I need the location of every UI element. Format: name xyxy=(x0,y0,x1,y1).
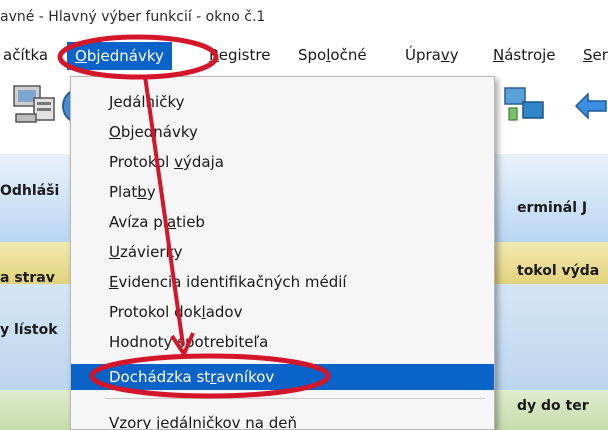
menu-item-aviza-platieb[interactable]: Avíza platieb xyxy=(71,209,494,235)
menu-item-protokol-vydaja[interactable]: Protokol výdaja xyxy=(71,149,494,175)
menu-upravy[interactable]: Úpravy xyxy=(405,34,459,76)
bg-right-label-2[interactable]: tokol výda xyxy=(517,263,608,279)
menu-registre[interactable]: Registre xyxy=(209,34,270,76)
bg-left-label-1[interactable]: Odhláši xyxy=(0,183,59,199)
menu-item-objednavky[interactable]: Objednávky xyxy=(71,119,494,145)
menu-separator xyxy=(105,398,485,399)
title-bar: avné - Hlavný výber funkcií - okno č.1 xyxy=(0,0,608,34)
bg-right-label-1[interactable]: erminál J xyxy=(517,200,608,216)
network-icon[interactable] xyxy=(503,84,547,126)
menu-item-uzavierky[interactable]: Uzávierky xyxy=(71,239,494,265)
menu-nastroje[interactable]: Nástroje xyxy=(493,34,556,76)
menu-spolocne[interactable]: Spoločné xyxy=(298,34,367,76)
window-title: avné - Hlavný výber funkcií - okno č.1 xyxy=(0,9,266,25)
computer-icon[interactable] xyxy=(12,84,58,126)
menu-objednavky[interactable]: Objednávky xyxy=(67,42,172,70)
bg-right-label-3[interactable]: dy do ter xyxy=(517,398,608,414)
menu-item-protokol-dokladov[interactable]: Protokol dokladov xyxy=(71,299,494,325)
menu-bar: ačítka Objednávky Registre Spoločné Úpra… xyxy=(0,34,608,76)
bg-left-label-2[interactable]: a strav xyxy=(0,270,55,286)
objednavky-dropdown: Jedálničky Objednávky Protokol výdaja Pl… xyxy=(70,76,495,430)
menu-item-vzory-jedalnickov[interactable]: Vzory jedálničkov na deň xyxy=(71,410,494,429)
menu-servis[interactable]: Ser xyxy=(583,34,608,76)
menu-item-dochadzka-stravnikov[interactable]: Dochádzka stravníkov xyxy=(71,364,494,390)
menu-item-jedalnicky[interactable]: Jedálničky xyxy=(71,89,494,115)
bg-left-label-3[interactable]: y lístok xyxy=(0,322,58,338)
menu-item-hodnoty-spotrebitela[interactable]: Hodnoty spotrebiteľa xyxy=(71,329,494,355)
menu-tlacitka[interactable]: ačítka xyxy=(3,34,48,76)
menu-item-platby[interactable]: Platby xyxy=(71,179,494,205)
arrow-icon[interactable] xyxy=(574,90,608,122)
menu-item-evidencia-medii[interactable]: Evidencia identifikačných médií xyxy=(71,269,494,295)
